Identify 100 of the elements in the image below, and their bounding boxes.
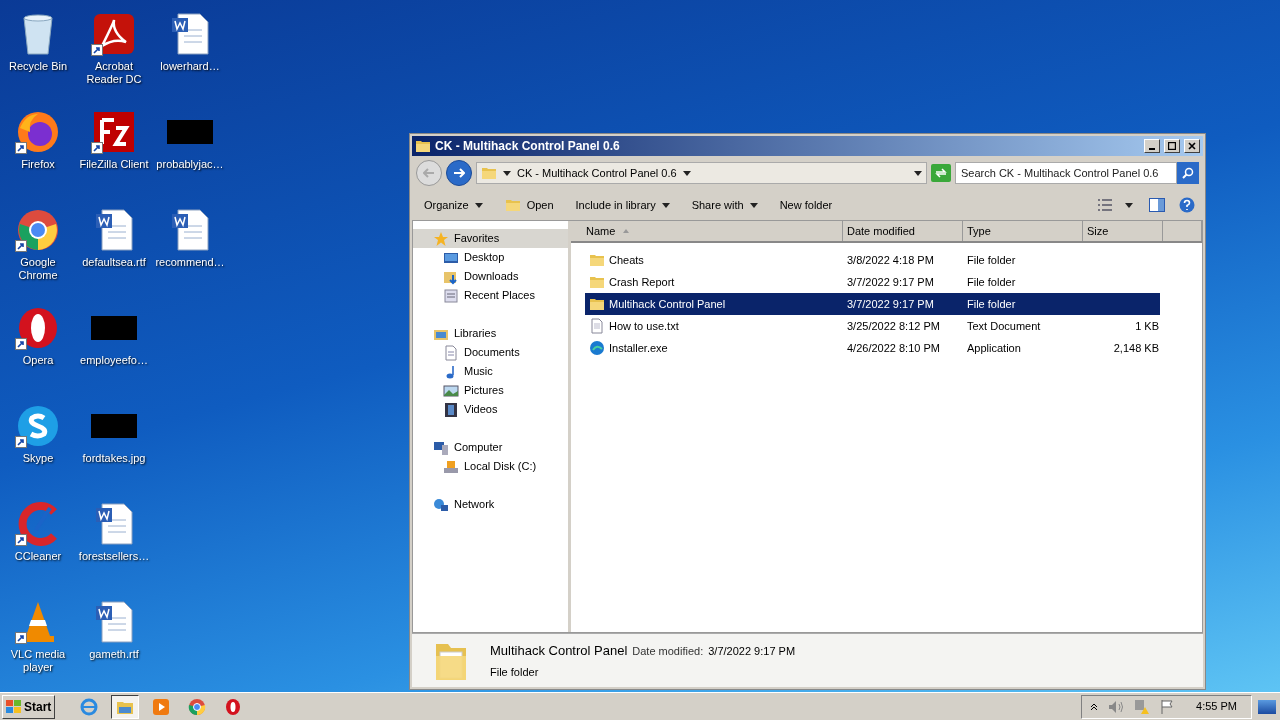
file-row[interactable]: Installer.exe 4/26/2022 8:10 PM Application 2,148 KB <box>585 337 1160 359</box>
search-button[interactable] <box>1177 162 1199 184</box>
file-row[interactable]: Crash Report 3/7/2022 9:17 PM File folder <box>585 271 1160 293</box>
desktop-icon-label[interactable]: probablyjac… <box>152 158 228 171</box>
folder-icon <box>589 296 605 312</box>
desktop-icon-label[interactable]: forestsellers… <box>76 550 152 563</box>
show-desktop-button[interactable] <box>1258 699 1276 714</box>
recycle-bin-icon <box>20 12 56 56</box>
folder-icon <box>589 252 605 268</box>
word-document-icon <box>94 502 134 546</box>
chevron-up-icon[interactable] <box>1090 702 1099 711</box>
size-cell-text: 1 KB <box>1135 318 1159 334</box>
address-bar[interactable]: CK - Multihack Control Panel 0.6 <box>476 162 927 184</box>
right-arrow-icon <box>453 168 465 178</box>
date-cell-text: 3/25/2022 8:12 PM <box>846 318 941 334</box>
file-row[interactable]: Cheats 3/8/2022 4:18 PM File folder <box>585 249 1160 271</box>
nav-item[interactable]: Documents <box>413 343 568 362</box>
column-header[interactable]: Name <box>571 221 843 241</box>
word-document-icon <box>94 600 134 644</box>
nav-item[interactable]: Music <box>413 362 568 381</box>
nav-item[interactable]: Downloads <box>413 267 568 286</box>
details-type: File folder <box>490 665 540 680</box>
date-cell-text: 3/7/2022 9:17 PM <box>846 296 935 312</box>
toolbar-button[interactable]: Open <box>496 194 562 216</box>
nav-item[interactable]: Videos <box>413 400 568 419</box>
nav-item[interactable]: Network <box>413 495 568 514</box>
e-logo-icon <box>80 697 99 716</box>
desktop-icon-label[interactable]: FileZilla Client <box>76 158 152 171</box>
nav-item[interactable]: Favorites <box>413 229 568 248</box>
desktop-icon-label[interactable]: fordtakes.jpg <box>76 452 152 465</box>
blacked-out-thumbnail <box>91 414 137 438</box>
folder-icon <box>589 274 605 290</box>
column-header[interactable]: Type <box>963 221 1083 241</box>
desktop-icon-label[interactable]: Acrobat Reader DC <box>76 60 152 86</box>
taskbar-app-button[interactable] <box>111 694 140 719</box>
desktop-icon-label[interactable]: gameth.rtf <box>76 648 152 661</box>
caret-icon <box>749 202 758 208</box>
nav-item[interactable]: Recent Places <box>413 286 568 305</box>
document-icon <box>443 344 459 361</box>
word-document-icon <box>170 12 210 56</box>
search-field[interactable]: Search CK - Multihack Control Panel 0.6 <box>955 162 1177 184</box>
toolbar-button[interactable]: New folder <box>771 194 841 216</box>
caret-icon <box>1125 202 1133 208</box>
desktop-icon-label[interactable]: Google Chrome <box>0 256 76 282</box>
chrome-icon <box>16 208 60 252</box>
nav-item[interactable]: Desktop <box>413 248 568 267</box>
details-name: Multihack Control Panel <box>490 641 628 660</box>
caret-icon <box>661 202 670 208</box>
desktop-icon-label[interactable]: employeefo… <box>76 354 152 367</box>
ring-icon <box>224 697 243 716</box>
file-name: Cheats <box>609 252 644 268</box>
star-icon <box>433 230 449 247</box>
toolbar-button[interactable]: Include in library <box>567 194 678 216</box>
chrome-icon <box>188 697 207 716</box>
caret-icon <box>474 202 483 208</box>
refresh-button[interactable] <box>931 164 951 182</box>
blacked-out-thumbnail <box>167 120 213 144</box>
file-name: Multihack Control Panel <box>609 296 726 312</box>
nav-item[interactable]: Local Disk (C:) <box>413 457 568 476</box>
toolbar-button[interactable]: Organize <box>416 194 491 216</box>
nav-item[interactable]: Pictures <box>413 381 568 400</box>
desktop-icon-label[interactable]: recommend… <box>152 256 228 269</box>
windows-logo-icon <box>6 699 22 714</box>
refresh-icon <box>935 168 947 178</box>
desktop-icon-label[interactable]: CCleaner <box>0 550 76 563</box>
desktop-icon-label[interactable]: Opera <box>0 354 76 367</box>
details-date: 3/7/2022 9:17 PM <box>708 643 796 659</box>
word-document-icon <box>94 208 134 252</box>
desktop-icon-label[interactable]: lowerhard… <box>152 60 228 73</box>
file-row[interactable]: How to use.txt 3/25/2022 8:12 PM Text Document 1 KB <box>585 315 1160 337</box>
desktop-icon-label[interactable]: Skype <box>0 452 76 465</box>
play-icon <box>152 697 171 716</box>
type-cell-text: File folder <box>966 252 1017 268</box>
file-name: Installer.exe <box>609 340 668 356</box>
caret-icon <box>914 170 922 176</box>
file-name: Crash Report <box>609 274 675 290</box>
maximize-icon <box>1168 142 1176 150</box>
minimize-button[interactable] <box>1144 139 1160 153</box>
flag-icon[interactable] <box>1160 698 1175 715</box>
desktop-icon-label[interactable]: defaultsea.rtf <box>76 256 152 269</box>
nav-item[interactable]: Computer <box>413 438 568 457</box>
file-row[interactable]: Multihack Control Panel 3/7/2022 9:17 PM File folder <box>585 293 1160 315</box>
close-button[interactable] <box>1184 139 1200 153</box>
nav-item[interactable]: Libraries <box>413 324 568 343</box>
list-view-icon <box>1097 199 1113 211</box>
forward-button[interactable] <box>446 160 472 186</box>
toolbar-button[interactable]: Share with <box>683 194 766 216</box>
maximize-button[interactable] <box>1164 139 1180 153</box>
column-header[interactable]: Date modified <box>843 221 963 241</box>
landscape-picture-icon <box>443 382 459 399</box>
desktop-icon-label[interactable]: Firefox <box>0 158 76 171</box>
text-file-icon <box>589 318 605 334</box>
recent-places-icon <box>443 287 459 304</box>
clock: 4:55 PM <box>1196 699 1237 715</box>
pdf-reader-icon <box>92 12 136 56</box>
desktop-icon-label[interactable]: VLC media player <box>0 648 76 674</box>
desktop-icon-label[interactable]: Recycle Bin <box>0 60 76 73</box>
folder-icon <box>481 165 497 181</box>
start-button[interactable]: Start <box>2 694 56 719</box>
column-header[interactable]: Size <box>1083 221 1163 241</box>
